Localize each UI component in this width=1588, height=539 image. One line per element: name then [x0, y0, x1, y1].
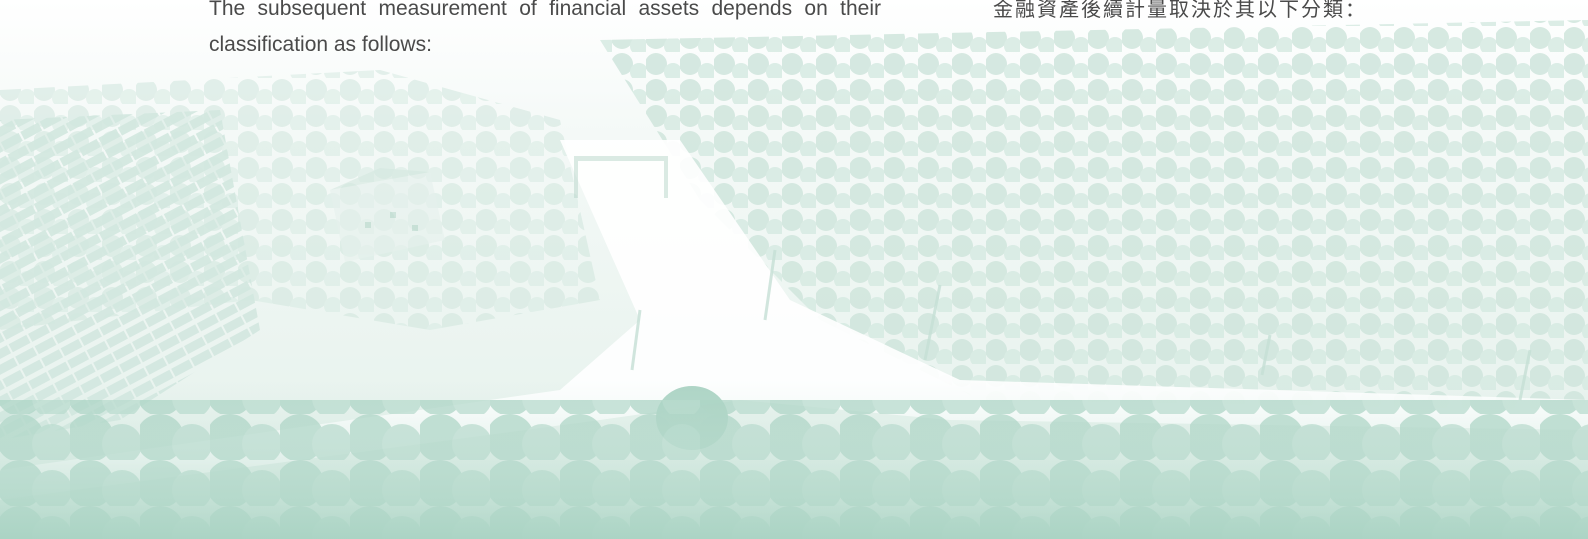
- body-paragraph-english: The subsequent measurement of financial …: [209, 0, 881, 56]
- background-aerial-photo: [0, 0, 1588, 539]
- body-paragraph-chinese: 金融資產後續計量取決於其以下分類：: [993, 0, 1367, 21]
